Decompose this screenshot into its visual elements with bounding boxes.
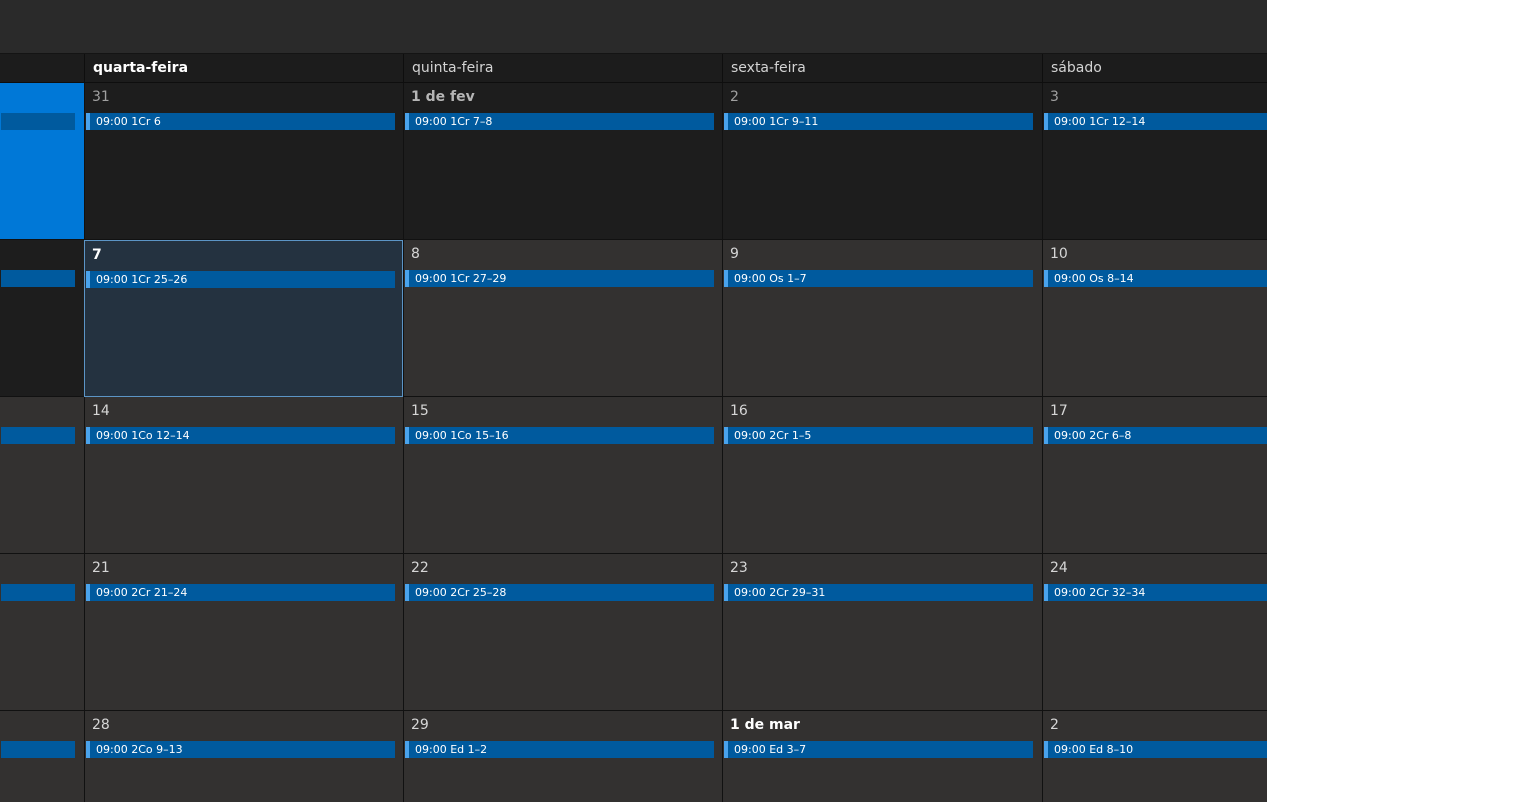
calendar-app: quarta-feira quinta-feira sexta-feira sá… xyxy=(0,0,1267,802)
day-number: 1 de mar xyxy=(730,717,800,733)
event-bar[interactable]: 09:00 1Cr 12–14 xyxy=(1044,113,1267,130)
event-bar[interactable]: 09:00 1Cr 25–26 xyxy=(86,271,395,288)
day-cell[interactable]: 14 09:00 1Co 12–14 xyxy=(84,397,403,554)
day-cell[interactable]: 2 09:00 1Cr 9–11 xyxy=(722,83,1042,240)
day-number: 1 de fev xyxy=(411,89,475,105)
event-bar[interactable]: 09:00 1Cr 7–8 xyxy=(405,113,714,130)
day-number: 8 xyxy=(411,246,420,262)
event-bar[interactable]: 09:00 2Cr 25–28 xyxy=(405,584,714,601)
day-cell-partial[interactable] xyxy=(0,554,84,711)
event-bar-partial[interactable] xyxy=(1,270,75,287)
event-bar[interactable]: 09:00 1Cr 9–11 xyxy=(724,113,1033,130)
day-number: 15 xyxy=(411,403,429,419)
weekday-header-partial xyxy=(0,54,84,82)
day-number: 24 xyxy=(1050,560,1068,576)
day-number: 16 xyxy=(730,403,748,419)
weekday-saturday: sábado xyxy=(1042,54,1267,82)
day-number: 2 xyxy=(730,89,739,105)
day-cell[interactable]: 31 09:00 1Cr 6 xyxy=(84,83,403,240)
event-bar[interactable]: 09:00 1Cr 27–29 xyxy=(405,270,714,287)
weekday-wednesday: quarta-feira xyxy=(84,54,403,82)
day-number: 3 xyxy=(1050,89,1059,105)
day-cell[interactable]: 28 09:00 2Co 9–13 xyxy=(84,711,403,802)
day-cell[interactable]: 21 09:00 2Cr 21–24 xyxy=(84,554,403,711)
day-cell[interactable]: 10 09:00 Os 8–14 xyxy=(1042,240,1267,397)
event-bar-partial[interactable] xyxy=(1,584,75,601)
day-cell-selected[interactable]: 7 09:00 1Cr 25–26 xyxy=(84,240,403,397)
day-cell[interactable]: 2 09:00 Ed 8–10 xyxy=(1042,711,1267,802)
toolbar xyxy=(0,0,1267,54)
day-cell[interactable]: 8 09:00 1Cr 27–29 xyxy=(403,240,722,397)
day-number: 14 xyxy=(92,403,110,419)
event-bar-partial[interactable] xyxy=(1,427,75,444)
weekday-friday: sexta-feira xyxy=(722,54,1042,82)
event-bar-partial[interactable] xyxy=(1,113,75,130)
event-bar[interactable]: 09:00 2Cr 1–5 xyxy=(724,427,1033,444)
event-bar[interactable]: 09:00 2Cr 6–8 xyxy=(1044,427,1267,444)
day-cell-partial[interactable] xyxy=(0,711,84,802)
day-cell[interactable]: 1 de fev 09:00 1Cr 7–8 xyxy=(403,83,722,240)
day-cell[interactable]: 29 09:00 Ed 1–2 xyxy=(403,711,722,802)
event-bar[interactable]: 09:00 2Cr 21–24 xyxy=(86,584,395,601)
day-cell[interactable]: 1 de mar 09:00 Ed 3–7 xyxy=(722,711,1042,802)
day-cell[interactable]: 16 09:00 2Cr 1–5 xyxy=(722,397,1042,554)
event-bar[interactable]: 09:00 Os 1–7 xyxy=(724,270,1033,287)
weekday-header: quarta-feira quinta-feira sexta-feira sá… xyxy=(0,54,1267,83)
event-bar[interactable]: 09:00 Ed 3–7 xyxy=(724,741,1033,758)
day-cell-partial[interactable] xyxy=(0,83,84,240)
day-number: 23 xyxy=(730,560,748,576)
day-number: 17 xyxy=(1050,403,1068,419)
event-bar[interactable]: 09:00 1Co 15–16 xyxy=(405,427,714,444)
event-bar[interactable]: 09:00 Os 8–14 xyxy=(1044,270,1267,287)
event-bar[interactable]: 09:00 Ed 8–10 xyxy=(1044,741,1267,758)
weekday-thursday: quinta-feira xyxy=(403,54,722,82)
day-cell-partial[interactable] xyxy=(0,240,84,397)
day-number: 2 xyxy=(1050,717,1059,733)
event-bar[interactable]: 09:00 2Cr 29–31 xyxy=(724,584,1033,601)
day-cell[interactable]: 22 09:00 2Cr 25–28 xyxy=(403,554,722,711)
event-bar[interactable]: 09:00 Ed 1–2 xyxy=(405,741,714,758)
day-number: 21 xyxy=(92,560,110,576)
day-number: 10 xyxy=(1050,246,1068,262)
day-number: 31 xyxy=(92,89,110,105)
day-cell[interactable]: 17 09:00 2Cr 6–8 xyxy=(1042,397,1267,554)
day-cell[interactable]: 23 09:00 2Cr 29–31 xyxy=(722,554,1042,711)
event-bar-partial[interactable] xyxy=(1,741,75,758)
day-number: 29 xyxy=(411,717,429,733)
day-cell-partial[interactable] xyxy=(0,397,84,554)
day-cell[interactable]: 3 09:00 1Cr 12–14 xyxy=(1042,83,1267,240)
day-number: 28 xyxy=(92,717,110,733)
month-grid: 31 09:00 1Cr 6 1 de fev 09:00 1Cr 7–8 2 … xyxy=(0,83,1267,802)
event-bar[interactable]: 09:00 2Cr 32–34 xyxy=(1044,584,1267,601)
event-bar[interactable]: 09:00 1Co 12–14 xyxy=(86,427,395,444)
day-cell[interactable]: 9 09:00 Os 1–7 xyxy=(722,240,1042,397)
event-bar[interactable]: 09:00 2Co 9–13 xyxy=(86,741,395,758)
day-number: 9 xyxy=(730,246,739,262)
day-number: 22 xyxy=(411,560,429,576)
event-bar[interactable]: 09:00 1Cr 6 xyxy=(86,113,395,130)
day-number: 7 xyxy=(92,247,102,263)
day-cell[interactable]: 24 09:00 2Cr 32–34 xyxy=(1042,554,1267,711)
day-cell[interactable]: 15 09:00 1Co 15–16 xyxy=(403,397,722,554)
